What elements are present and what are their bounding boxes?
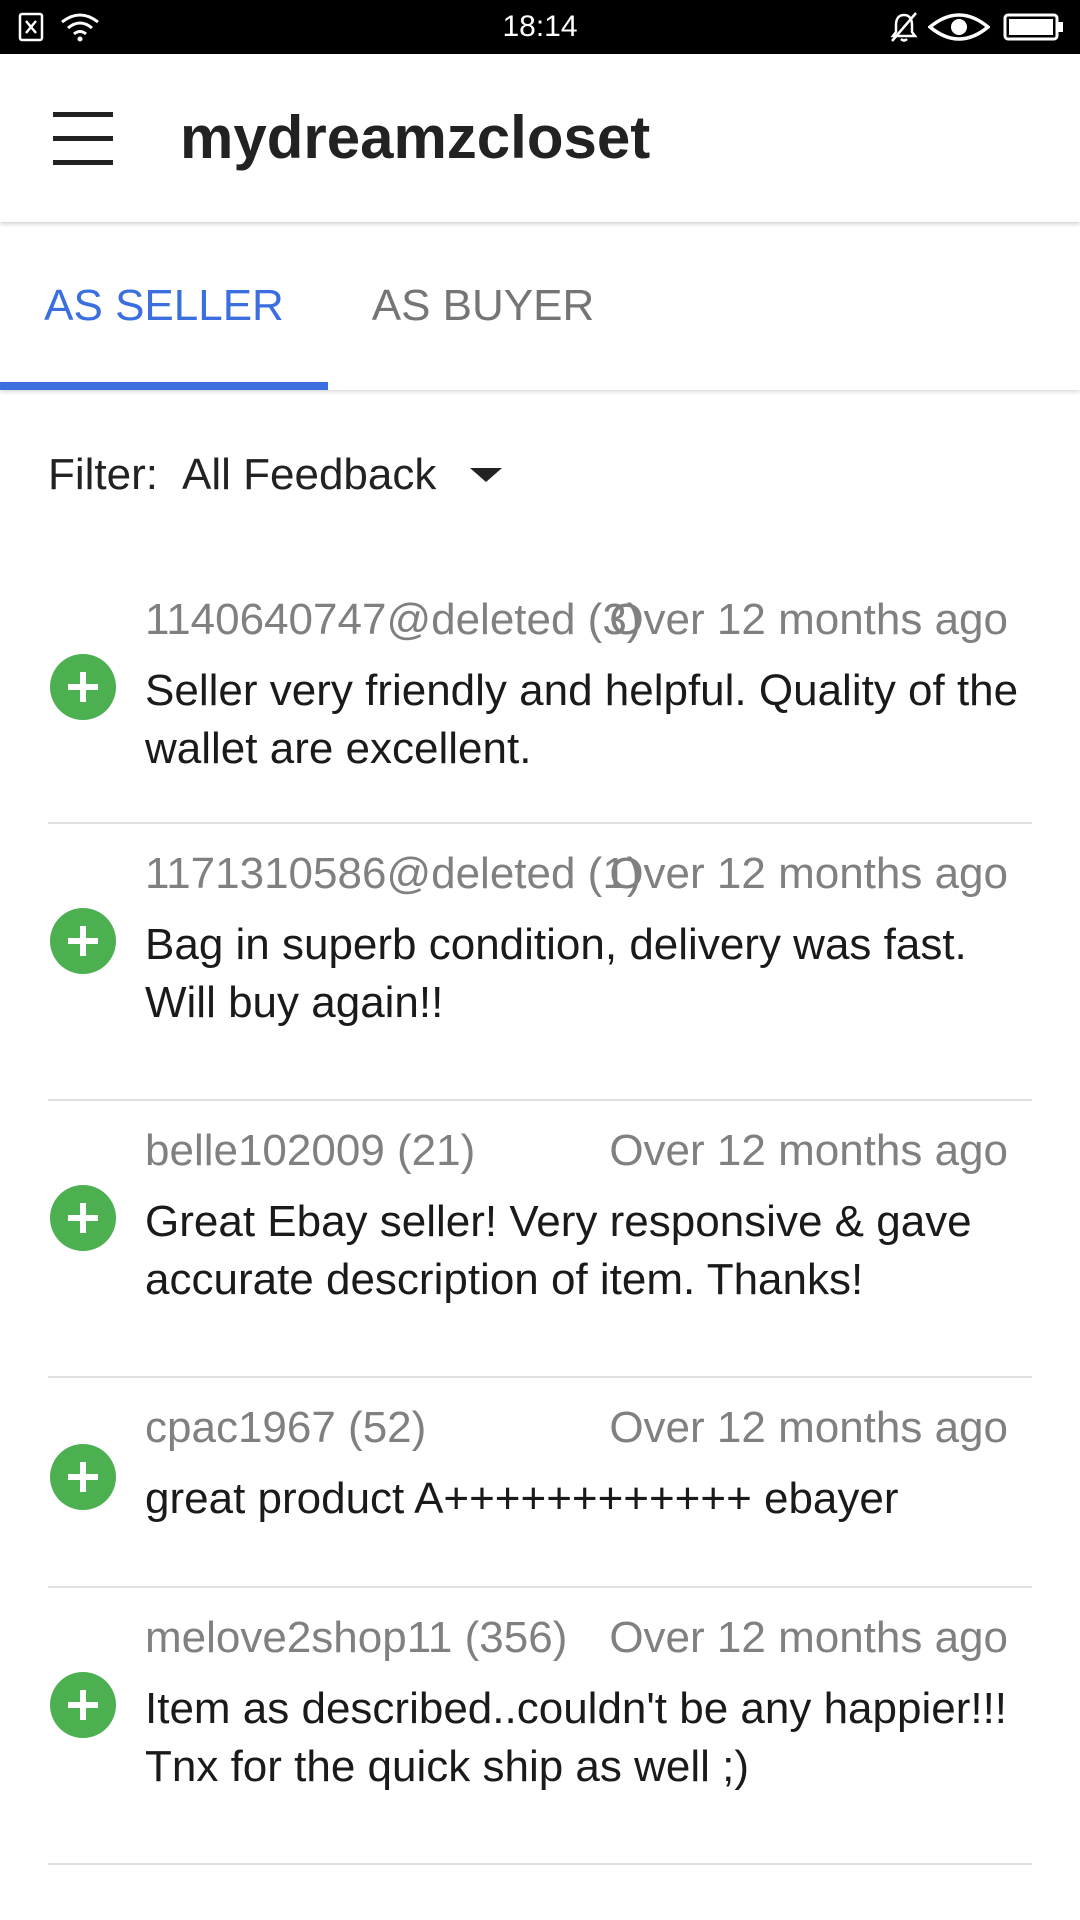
app-bar: mydreamzcloset — [0, 54, 1080, 222]
filter-label: Filter: — [48, 450, 158, 499]
positive-icon — [50, 1672, 116, 1738]
filter-dropdown[interactable]: All Feedback — [182, 430, 503, 520]
feedback-comment: Great Ebay seller! Very responsive & gav… — [145, 1197, 972, 1304]
feedback-user: belle102009 (21) — [145, 1126, 476, 1175]
feedback-time: Over 12 months ago — [609, 595, 1008, 644]
hamburger-menu-icon[interactable] — [40, 100, 126, 176]
feedback-item[interactable]: 1171310586@deleted (1) Over 12 months ag… — [0, 824, 1080, 1101]
feedback-user: cpac1967 (52) — [145, 1403, 427, 1452]
positive-icon — [50, 1185, 116, 1251]
divider — [48, 1863, 1032, 1865]
feedback-user: 1171310586@deleted (1) — [145, 849, 642, 898]
feedback-time: Over 12 months ago — [609, 849, 1008, 898]
eye-icon — [928, 0, 990, 54]
page-title: mydreamzcloset — [180, 104, 651, 171]
positive-icon — [50, 654, 116, 720]
positive-icon — [50, 908, 116, 974]
feedback-comment: Seller very friendly and helpful. Qualit… — [145, 666, 1019, 773]
tab-bar: AS SELLER AS BUYER — [0, 222, 1080, 390]
feedback-comment: Item as described..couldn't be any happi… — [145, 1684, 1008, 1791]
feedback-time: Over 12 months ago — [609, 1613, 1008, 1662]
feedback-filter: Filter: All Feedback — [48, 430, 503, 520]
tab-as-buyer[interactable]: AS BUYER — [328, 222, 638, 390]
battery-icon — [1003, 0, 1065, 54]
tab-as-seller[interactable]: AS SELLER — [0, 222, 328, 390]
dropdown-caret-icon — [470, 468, 503, 482]
status-bar: 18:14 — [0, 0, 1080, 54]
feedback-comment: great product A++++++++++++ ebayer — [145, 1474, 899, 1523]
feedback-item[interactable]: melove2shop11 (356) Over 12 months ago I… — [0, 1588, 1080, 1865]
feedback-time: Over 12 months ago — [609, 1403, 1008, 1452]
feedback-user: 1140640747@deleted (3) — [145, 595, 642, 644]
feedback-item[interactable]: cpac1967 (52) Over 12 months ago great p… — [0, 1378, 1080, 1588]
active-tab-indicator — [0, 382, 328, 390]
feedback-time: Over 12 months ago — [609, 1126, 1008, 1175]
feedback-list: 1140640747@deleted (3) Over 12 months ag… — [0, 570, 1080, 1865]
feedback-item[interactable]: belle102009 (21) Over 12 months ago Grea… — [0, 1101, 1080, 1378]
feedback-comment: Bag in superb condition, delivery was fa… — [145, 920, 967, 1027]
filter-value: All Feedback — [182, 450, 437, 499]
feedback-user: melove2shop11 (356) — [145, 1613, 568, 1662]
feedback-item[interactable]: 1140640747@deleted (3) Over 12 months ag… — [0, 570, 1080, 824]
bell-off-icon — [888, 0, 920, 54]
positive-icon — [50, 1444, 116, 1510]
